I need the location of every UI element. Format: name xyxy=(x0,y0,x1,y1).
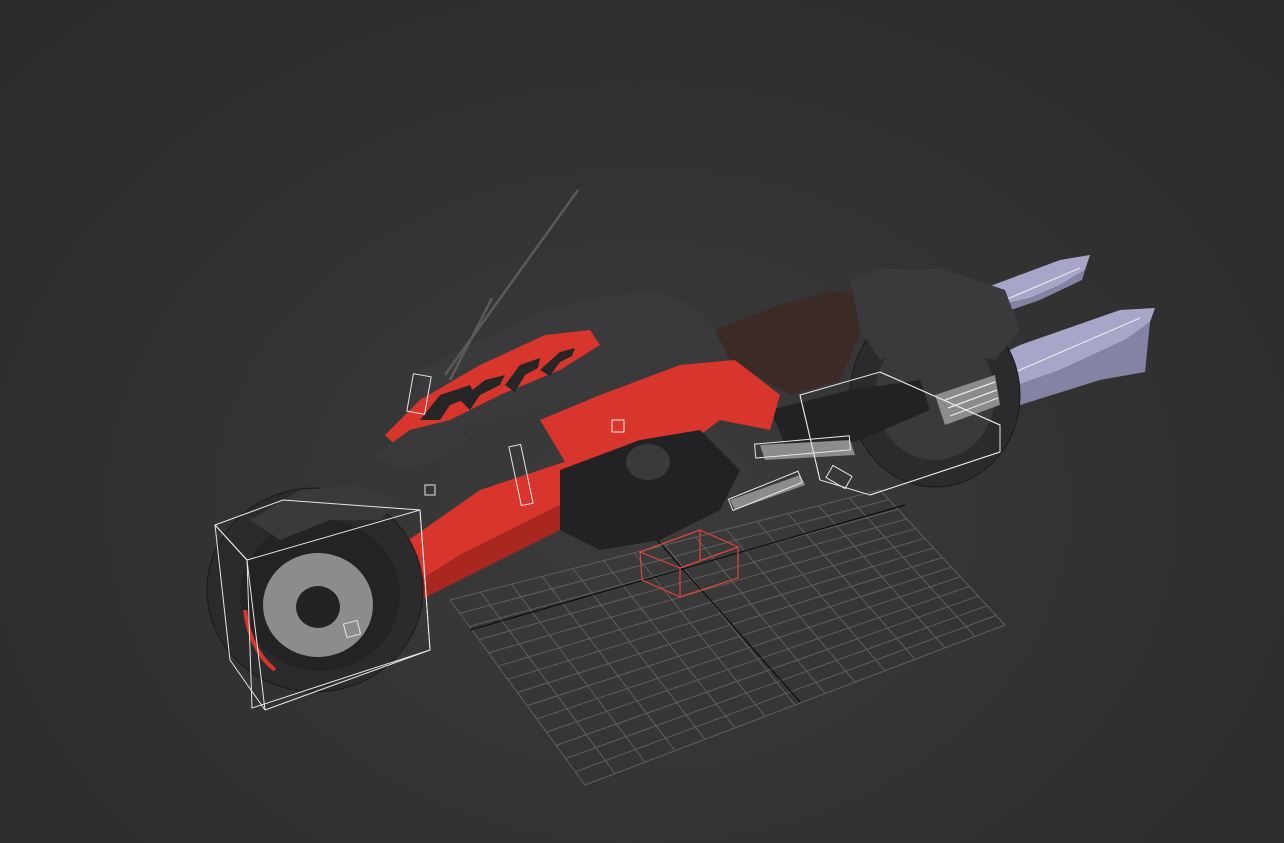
helper-box-8[interactable] xyxy=(825,464,853,490)
engine-cover xyxy=(626,444,670,480)
grid-line xyxy=(848,497,976,637)
front-hub xyxy=(296,586,340,628)
grid-line xyxy=(584,624,1006,786)
grid-line xyxy=(536,576,961,720)
grid-line xyxy=(787,513,916,660)
grid-line xyxy=(546,585,970,733)
grid-line xyxy=(555,595,979,746)
rear-footpeg xyxy=(760,440,855,460)
front-cowl xyxy=(375,420,470,470)
3d-viewport[interactable] xyxy=(0,0,1284,843)
grid-line xyxy=(565,605,988,760)
grid-line xyxy=(879,489,1006,626)
helper-box-7[interactable] xyxy=(424,484,436,496)
footpeg xyxy=(730,475,805,510)
scene-canvas[interactable] xyxy=(0,0,1284,843)
grid-line xyxy=(818,505,946,649)
